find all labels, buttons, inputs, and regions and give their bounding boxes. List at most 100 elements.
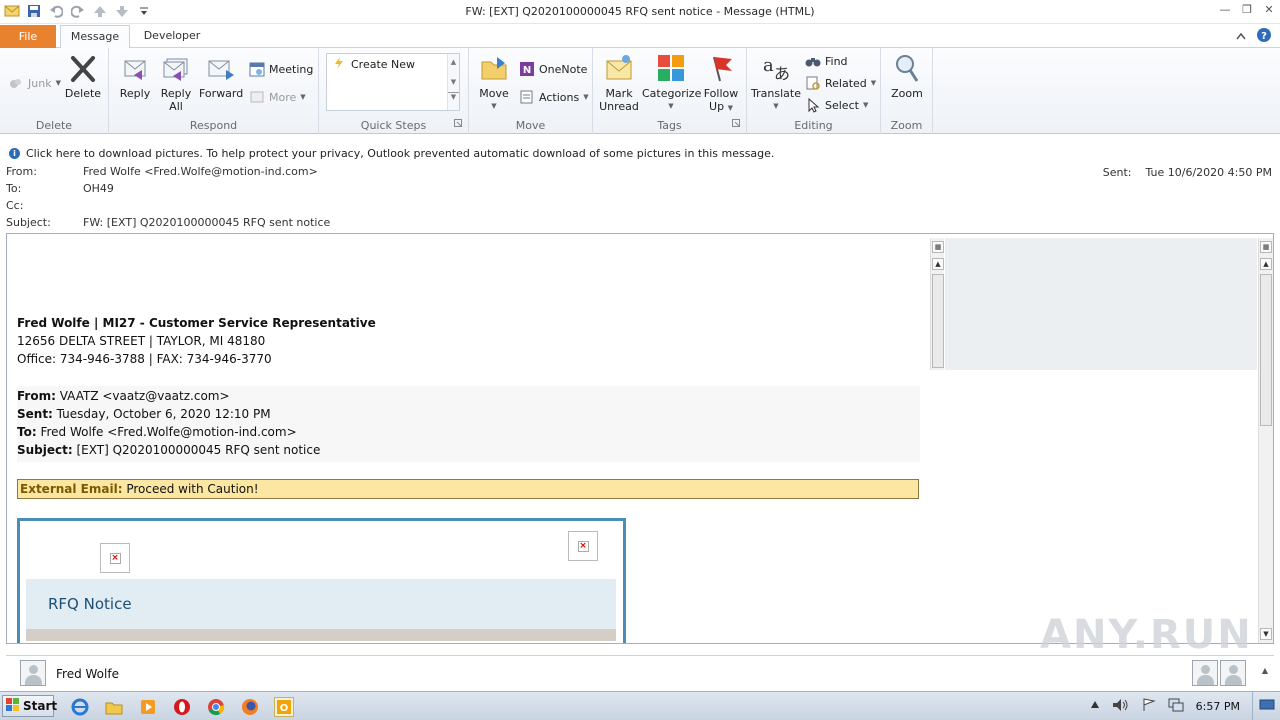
outlook-message-window: FW: [EXT] Q2020100000045 RFQ sent notice… [0, 0, 1280, 720]
scroll-down-icon[interactable]: ▼ [1260, 628, 1272, 640]
binoculars-icon [805, 53, 821, 69]
tags-group-label: Tags [657, 119, 682, 132]
chrome-icon[interactable] [206, 697, 226, 717]
svg-text:あ: あ [774, 64, 790, 83]
quick-steps-scrollbar[interactable]: ▲ ▼ ▼ [447, 54, 459, 110]
help-icon[interactable]: ? [1256, 27, 1272, 46]
forward-button[interactable]: Forward [199, 52, 243, 100]
firefox-icon[interactable] [240, 697, 260, 717]
forward-icon [205, 52, 237, 84]
minimize-icon[interactable]: — [1218, 2, 1232, 16]
cursor-icon [805, 97, 821, 113]
avatar[interactable] [20, 660, 46, 686]
internet-explorer-icon[interactable] [70, 697, 90, 717]
lightning-icon [333, 57, 345, 72]
zoom-group: Zoom Zoom [881, 48, 933, 134]
close-icon[interactable]: ✕ [1262, 2, 1276, 16]
network-icon[interactable] [1168, 698, 1184, 715]
to-value[interactable]: OH49 [83, 182, 114, 195]
find-button[interactable]: Find [805, 52, 848, 70]
volume-icon[interactable] [1112, 698, 1130, 715]
scroll-up-icon[interactable]: ▲ [932, 258, 944, 270]
reply-button[interactable]: Reply [117, 52, 153, 100]
people-pane-name[interactable]: Fred Wolfe [56, 667, 119, 681]
fwd-to: To: Fred Wolfe <Fred.Wolfe@motion-ind.co… [17, 425, 297, 439]
scroll-up-icon[interactable]: ▲ [1260, 258, 1272, 270]
magnifier-icon [891, 52, 923, 84]
actions-button[interactable]: Actions ▼ [519, 88, 589, 106]
scroll-up-icon[interactable]: ▲ [448, 58, 459, 66]
message-body[interactable]: Fred Wolfe | MI27 - Customer Service Rep… [6, 233, 1274, 644]
related-button[interactable]: Related ▼ [805, 74, 876, 92]
onenote-button[interactable]: N OneNote [519, 60, 587, 78]
expand-people-pane-icon[interactable]: ▲ [1262, 666, 1268, 675]
svg-text:N: N [523, 65, 531, 76]
zoom-button[interactable]: Zoom [885, 52, 929, 100]
system-tray: 6:57 PM [1090, 698, 1240, 715]
clock[interactable]: 6:57 PM [1196, 700, 1240, 713]
rfq-title-band: RFQ Notice [26, 579, 616, 629]
mark-unread-button[interactable]: Mark Unread [597, 52, 641, 113]
editing-group-label: Editing [794, 119, 833, 132]
avatar[interactable] [1220, 660, 1246, 686]
window-title: FW: [EXT] Q2020100000045 RFQ sent notice… [465, 5, 815, 18]
broken-image-icon[interactable]: × [100, 543, 130, 573]
select-button[interactable]: Select ▼ [805, 96, 868, 114]
start-button[interactable]: Start [2, 695, 57, 717]
editing-group: aあ Translate ▼ Find Related ▼ Select ▼ Edi… [747, 48, 881, 134]
move-group-label: Move [515, 119, 546, 132]
sent-value: Tue 10/6/2020 4:50 PM [1145, 166, 1272, 179]
scroll-down-icon[interactable]: ▼ [448, 78, 459, 86]
file-explorer-icon[interactable] [104, 697, 124, 717]
zoom-group-label: Zoom [890, 119, 923, 132]
people-pane: Fred Wolfe ▲ [6, 655, 1274, 689]
tags-dialog-launcher-icon[interactable] [732, 117, 740, 130]
opera-icon[interactable] [172, 697, 192, 717]
tab-developer[interactable]: Developer [138, 25, 206, 49]
flag-icon [705, 52, 737, 84]
categorize-button[interactable]: Categorize ▼ [642, 52, 701, 113]
meeting-button[interactable]: Meeting [249, 60, 313, 78]
avatar[interactable] [1192, 660, 1218, 686]
delete-button[interactable]: Delete [64, 52, 102, 100]
outlook-taskbar-icon[interactable]: O [274, 697, 294, 717]
actions-icon [519, 89, 535, 105]
scrollbar-thumb[interactable] [1260, 274, 1272, 426]
delete-icon [67, 52, 99, 84]
gallery-more-icon[interactable]: ▼ [448, 92, 459, 101]
tray-expand-icon[interactable] [1090, 700, 1100, 713]
respond-group-label: Respond [189, 119, 238, 132]
tab-message[interactable]: Message [60, 25, 130, 49]
rfq-card: × × RFQ Notice [17, 518, 626, 643]
junk-button[interactable]: Junk ▼ [8, 74, 61, 92]
media-player-icon[interactable] [138, 697, 158, 717]
scrollbar-settings-icon[interactable]: ▦ [1260, 241, 1272, 253]
folder-move-icon [478, 52, 510, 84]
more-respond-button[interactable]: More ▼ [249, 88, 306, 106]
move-button[interactable]: Move ▼ [477, 52, 511, 113]
create-new-quick-step[interactable]: Create New [333, 57, 415, 72]
from-value[interactable]: Fred Wolfe <Fred.Wolfe@motion-ind.com> [83, 165, 318, 178]
outer-scrollbar[interactable]: ▦ ▲ ▼ [1258, 238, 1273, 643]
reply-all-icon [160, 52, 192, 84]
collapse-ribbon-icon[interactable] [1236, 30, 1246, 43]
translate-button[interactable]: aあ Translate ▼ [751, 52, 801, 113]
related-icon [805, 75, 821, 91]
categorize-icon [655, 52, 687, 84]
ribbon: Junk ▼ Delete Delete Reply Reply All Forw… [0, 48, 1280, 134]
junk-icon [8, 75, 24, 91]
restore-icon[interactable]: ❐ [1240, 2, 1254, 16]
dialog-launcher-icon[interactable] [454, 117, 462, 130]
download-pictures-infobar[interactable]: i Click here to download pictures. To he… [0, 144, 1280, 162]
action-center-flag-icon[interactable] [1142, 698, 1156, 715]
follow-up-button[interactable]: Follow Up ▼ [701, 52, 741, 115]
scrollbar-thumb[interactable] [932, 274, 944, 368]
scrollbar-settings-icon[interactable]: ▦ [932, 241, 944, 253]
inner-scrollbar[interactable]: ▦ ▲ [930, 238, 944, 370]
show-desktop-button[interactable] [1252, 692, 1280, 720]
reply-all-button[interactable]: Reply All [157, 52, 195, 113]
info-icon: i [9, 147, 20, 159]
broken-image-icon[interactable]: × [568, 531, 598, 561]
tags-group: Mark Unread Categorize ▼ Follow Up ▼ Tag… [593, 48, 747, 134]
tab-file[interactable]: File [0, 25, 56, 48]
